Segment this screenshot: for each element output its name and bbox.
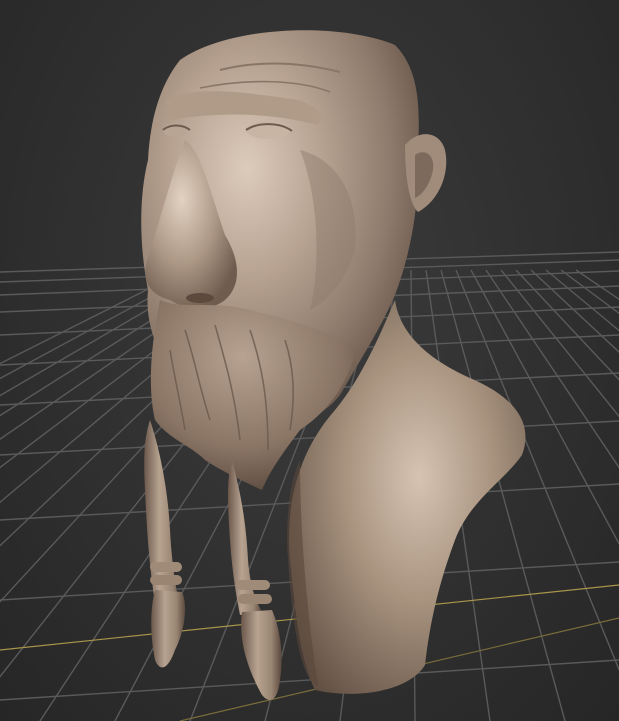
viewport-canvas[interactable] <box>0 0 619 721</box>
nostril <box>186 293 214 303</box>
braid-ring <box>238 594 272 604</box>
beard-braid-right <box>228 460 282 700</box>
braid-ring <box>150 562 182 572</box>
beard-braid-left <box>144 420 186 668</box>
grid-line <box>470 269 619 546</box>
braid-ring <box>150 575 182 585</box>
braid-ring <box>236 580 270 590</box>
3d-viewport[interactable] <box>0 0 619 721</box>
